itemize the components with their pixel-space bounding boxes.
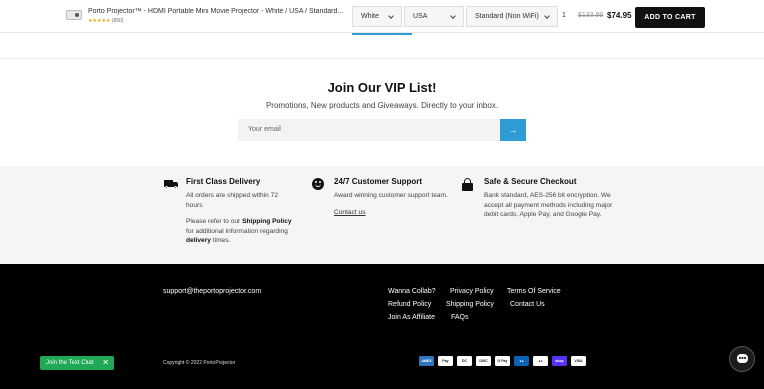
mastercard-icon: ●● xyxy=(533,356,548,366)
region-select[interactable]: USA xyxy=(404,6,464,27)
maestro-icon: ●● xyxy=(514,356,529,366)
close-icon[interactable]: ✕ xyxy=(102,356,109,370)
footer-link-terms[interactable]: Terms Of Service xyxy=(507,288,561,295)
review-count: (650) xyxy=(111,18,124,24)
chevron-down-icon xyxy=(450,13,456,19)
vip-title: Join Our VIP List! xyxy=(327,80,437,95)
apple-pay-icon: Pay xyxy=(438,356,453,366)
feature-text-line: Bank standard, AES-256 bit encryption. W… xyxy=(484,192,613,218)
diners-icon: DC xyxy=(457,356,472,366)
footer-link-refund[interactable]: Refund Policy xyxy=(388,301,431,308)
footer-link-contact[interactable]: Contact Us xyxy=(510,301,545,308)
email-submit-button[interactable]: → xyxy=(500,119,526,141)
model-select-value: Standard (Non WiFi) xyxy=(475,13,539,20)
footer-link-affiliate[interactable]: Join As Affiliate xyxy=(388,314,435,321)
chevron-down-icon xyxy=(388,13,394,19)
rating-stars-icon: ★★★★★ xyxy=(88,18,111,24)
smile-icon xyxy=(312,178,324,192)
sale-price: $74.95 xyxy=(607,11,632,20)
features-section: First Class Delivery All orders are ship… xyxy=(0,166,764,264)
color-select-value: White xyxy=(361,13,379,20)
feature-title: Safe & Secure Checkout xyxy=(484,177,577,186)
partial-button-edge xyxy=(352,33,412,35)
contact-us-link[interactable]: Contact us xyxy=(334,209,366,216)
feature-title: First Class Delivery xyxy=(186,177,261,186)
shipping-policy-text: Shipping Policy xyxy=(242,218,292,225)
original-price: $133.99 xyxy=(578,12,604,19)
chat-bubble-icon[interactable] xyxy=(729,346,755,372)
feature-text-line: Please refer to our Shipping Policy for … xyxy=(186,218,292,244)
text-club-label: Join the Text Club xyxy=(46,360,94,366)
feature-text: Award winning customer support team. Con… xyxy=(334,191,449,224)
arrow-right-icon: → xyxy=(508,125,518,135)
divider xyxy=(0,58,764,59)
text-club-button[interactable]: Join the Text Club ✕ xyxy=(40,356,114,370)
footer-link-privacy[interactable]: Privacy Policy xyxy=(450,288,494,295)
feature-text-line: All orders are shipped within 72 hours xyxy=(186,192,278,209)
region-select-value: USA xyxy=(413,13,428,20)
quantity-field[interactable]: 1 xyxy=(562,12,566,19)
amex-icon: AMEX xyxy=(419,356,434,366)
vip-subtitle: Promotions, New products and Giveaways. … xyxy=(265,101,499,110)
product-thumbnail xyxy=(66,10,82,20)
copyright: Copyright © 2022 PortoProjector xyxy=(163,360,236,366)
feature-title: 24/7 Customer Support xyxy=(334,177,423,186)
product-rating: ★★★★★ (650) xyxy=(88,18,124,24)
shop-pay-icon: shop xyxy=(552,356,567,366)
chevron-down-icon xyxy=(544,13,550,19)
model-select[interactable]: Standard (Non WiFi) xyxy=(466,6,558,27)
visa-icon: VISA xyxy=(571,356,586,366)
feature-text: Bank standard, AES-256 bit encryption. W… xyxy=(484,191,614,227)
discover-icon: DISC xyxy=(476,356,491,366)
color-select[interactable]: White xyxy=(352,6,402,27)
truck-icon xyxy=(164,178,179,191)
sticky-add-to-cart-bar: Porto Projector™ - HDMI Portable Mini Mo… xyxy=(0,0,764,33)
footer: support@theportoprojector.com Wanna Coll… xyxy=(0,264,764,389)
support-email-link[interactable]: support@theportoprojector.com xyxy=(163,288,261,295)
feature-text: All orders are shipped within 72 hours P… xyxy=(186,191,296,253)
footer-link-faqs[interactable]: FAQs xyxy=(451,314,469,321)
add-to-cart-button[interactable]: ADD TO CART xyxy=(635,7,705,28)
lock-icon xyxy=(462,178,473,193)
footer-link-shipping[interactable]: Shipping Policy xyxy=(446,301,494,308)
google-pay-icon: G Pay xyxy=(495,356,510,366)
email-input[interactable]: Your email xyxy=(238,119,500,141)
product-title: Porto Projector™ - HDMI Portable Mini Mo… xyxy=(88,8,344,15)
feature-text-line: Award winning customer support team. xyxy=(334,192,448,199)
footer-link-collab[interactable]: Wanna Collab? xyxy=(388,288,436,295)
